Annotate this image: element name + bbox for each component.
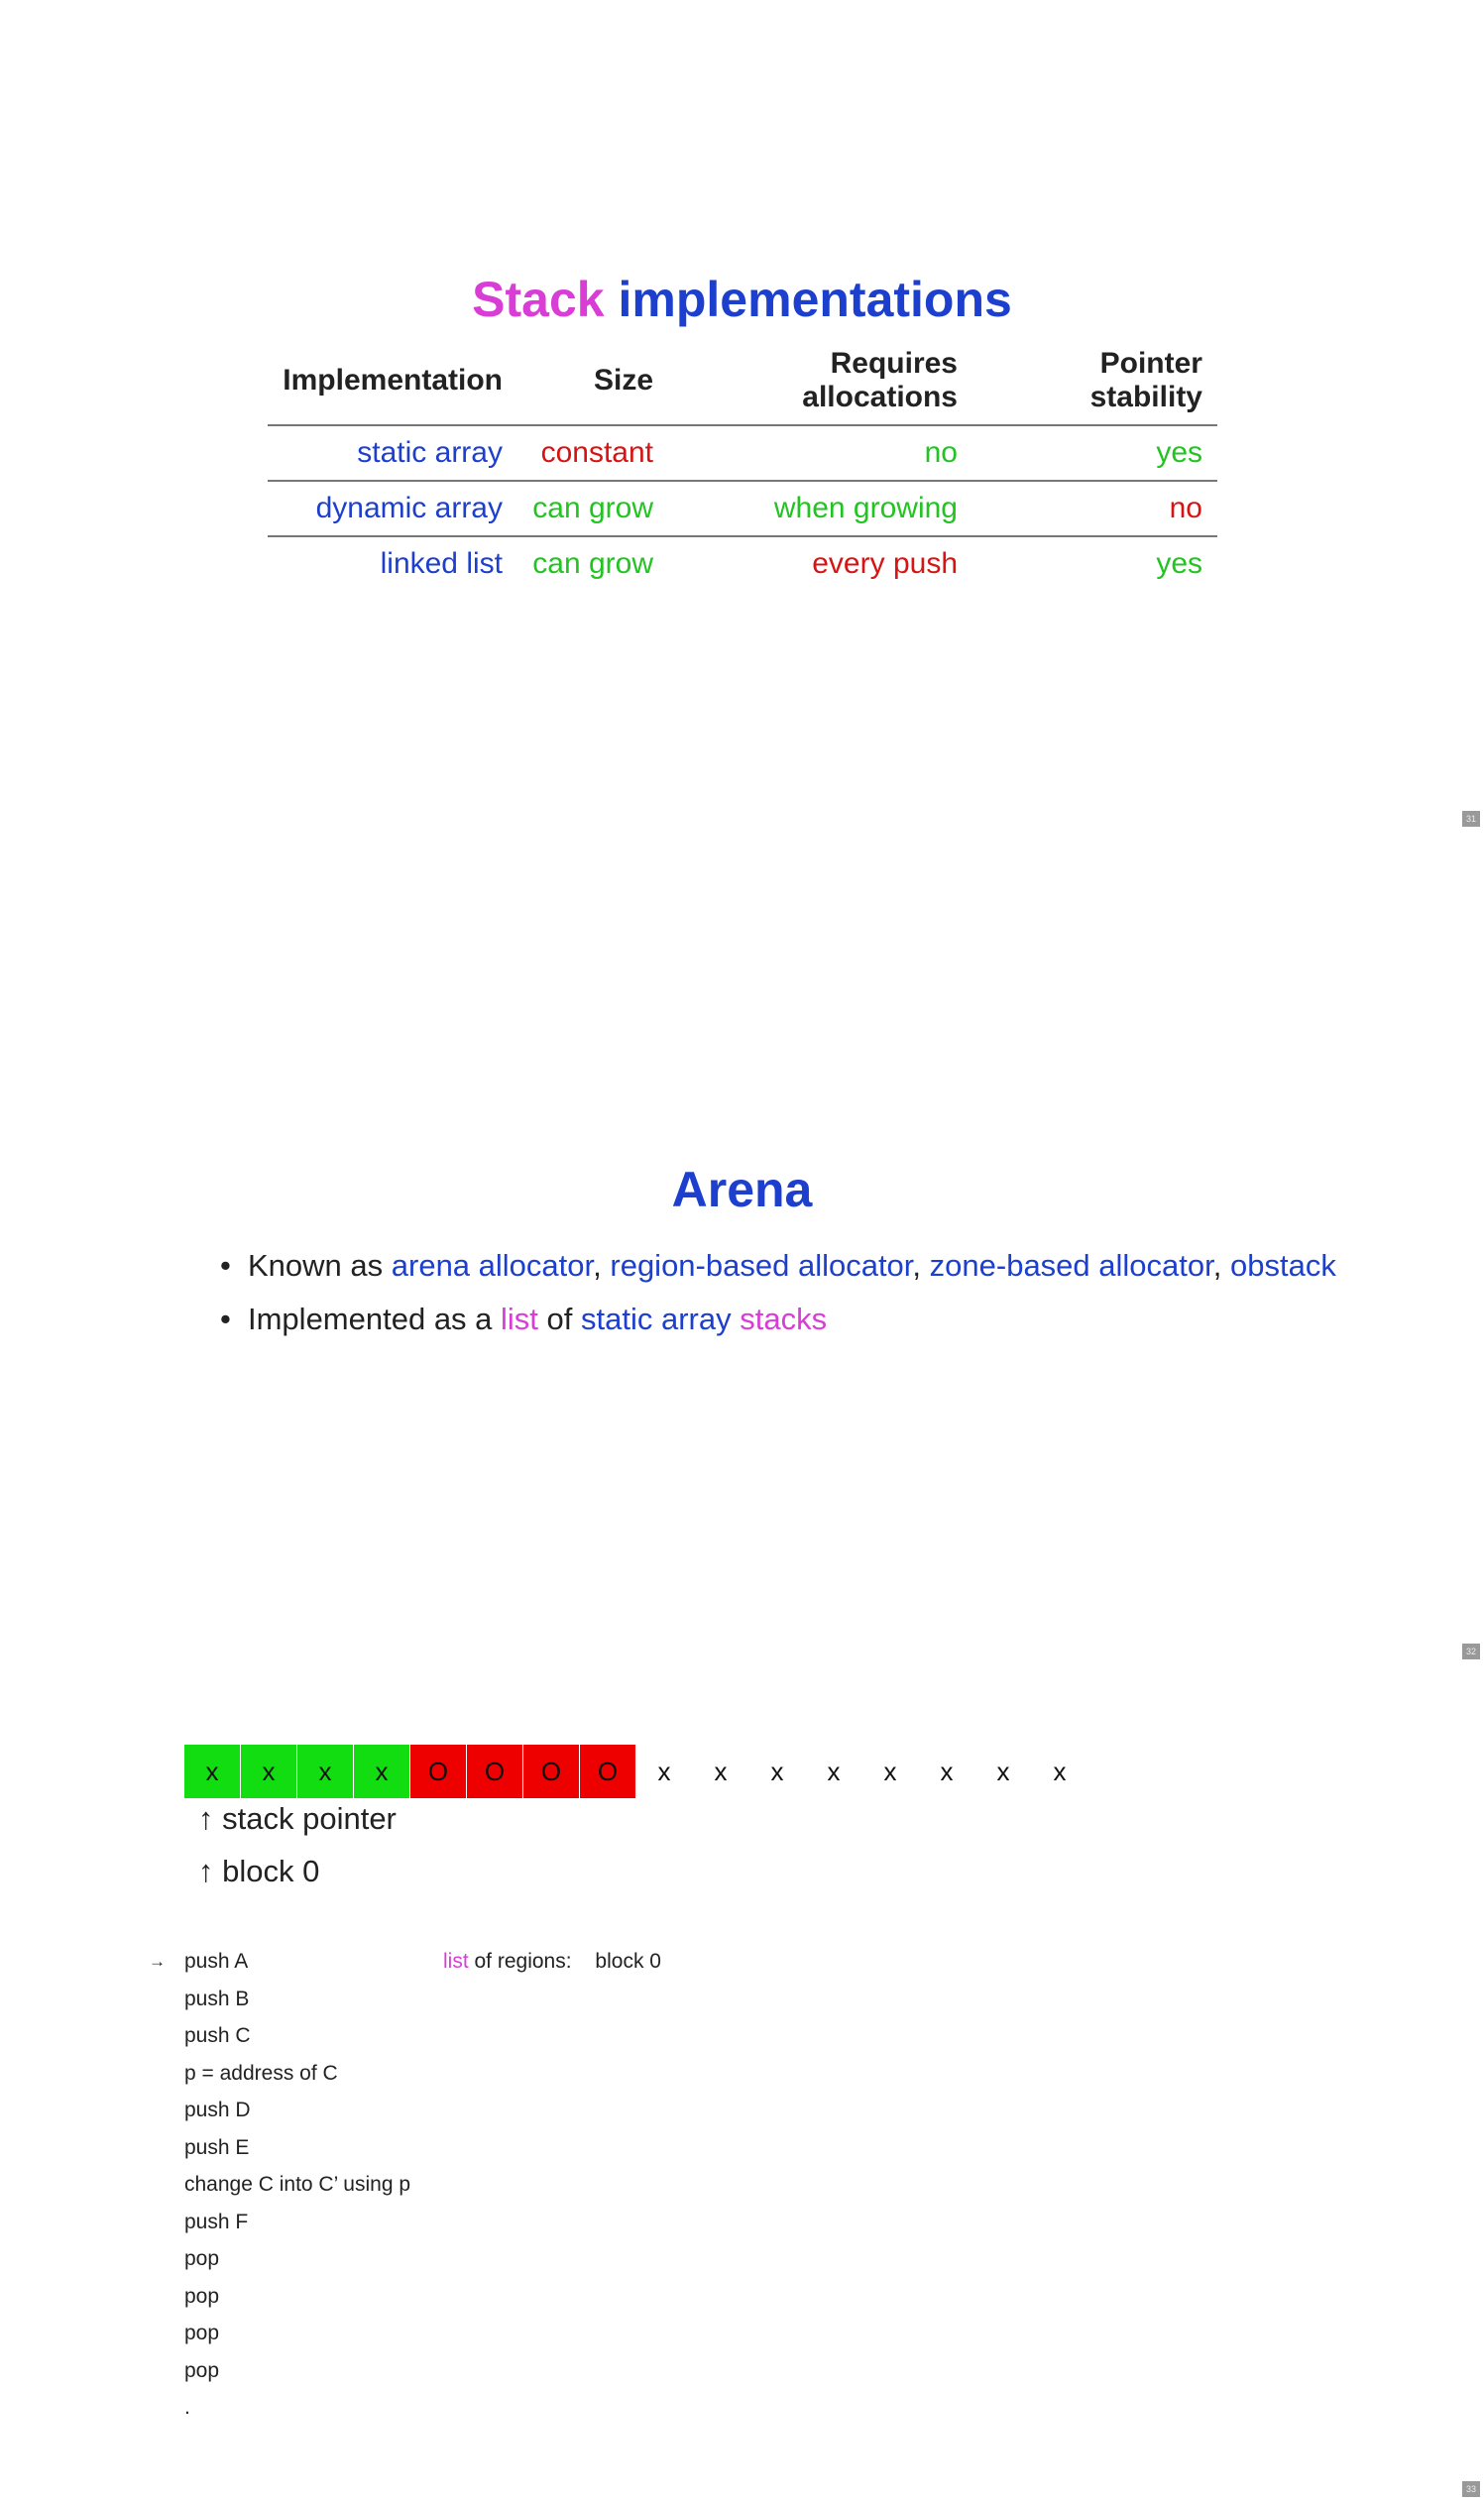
table-row: static array constant no yes (268, 425, 1217, 482)
operation-item: pop (184, 2247, 220, 2270)
implementations-table: Implementation Size Requires allocations… (268, 347, 1217, 591)
operation-item: push F (184, 2210, 249, 2233)
separator: , (912, 1248, 930, 1283)
stack-pointer-label: stack pointer (222, 1801, 397, 1836)
cell-size: can grow (517, 481, 668, 537)
memory-cell: x (297, 1745, 353, 1798)
regions-label: of regions: (468, 1950, 572, 1973)
table-row: linked list can grow every push yes (268, 536, 1217, 591)
memory-block-strip: xxxxOOOOxxxxxxxx (184, 1745, 1088, 1798)
memory-cell: O (580, 1745, 635, 1798)
operation-item: pop (184, 2284, 220, 2308)
term-list: list (443, 1950, 469, 1973)
memory-cell: O (523, 1745, 579, 1798)
page-number: 33 (1462, 2481, 1480, 2497)
memory-cell: x (770, 1757, 784, 1786)
term-zone-based-allocator: zone-based allocator (929, 1248, 1213, 1283)
bullet-text: of (537, 1302, 582, 1336)
header-pointer-stability: Pointer stability (972, 347, 1217, 426)
up-arrow-icon: ↑ (198, 1854, 214, 1888)
operation-item: push A (184, 1950, 249, 1973)
memory-cell: x (827, 1757, 841, 1786)
header-size: Size (517, 347, 668, 426)
memory-cell: x (657, 1757, 671, 1786)
title-implementations: implementations (618, 272, 1012, 327)
slide-arena-animation: xxxxOOOOxxxxxxxx ↑ stack pointer ↑ block… (0, 1665, 1484, 2503)
operation-item: push E (184, 2135, 250, 2159)
table-header-row: Implementation Size Requires allocations… (268, 347, 1217, 426)
memory-cell: O (467, 1745, 522, 1798)
term-stacks: stacks (740, 1302, 828, 1336)
up-arrow-icon: ↑ (198, 1801, 214, 1836)
operation-item: pop (184, 2322, 220, 2344)
term-region-based-allocator: region-based allocator (610, 1248, 913, 1283)
regions-value: block 0 (595, 1950, 661, 1973)
bullet-list: Known as arena allocator, region-based a… (220, 1239, 1336, 1346)
table-row: dynamic array can grow when growing no (268, 481, 1217, 537)
operation-item: push B (184, 1987, 250, 2010)
page-number: 32 (1462, 1644, 1480, 1659)
memory-cell: x (184, 1745, 240, 1798)
separator: , (1212, 1248, 1230, 1283)
slide-stack-implementations: Stack implementations Implementation Siz… (0, 0, 1484, 833)
stack-pointer-marker: ↑ stack pointer (198, 1799, 397, 1839)
cell-implementation: static array (268, 425, 517, 482)
separator (732, 1302, 741, 1336)
memory-cell: x (714, 1757, 728, 1786)
cell-allocations: when growing (668, 481, 972, 537)
operations-list: push A push B push C p = address of C push D… (184, 1943, 410, 2427)
operation-item: . (184, 2396, 190, 2419)
slide-title: Arena (671, 1162, 813, 1217)
slide-arena: Arena Known as arena allocator, region-b… (0, 833, 1484, 1665)
bullet-text: Implemented as a (248, 1302, 502, 1336)
current-step-arrow-icon: → (149, 1952, 166, 1971)
operation-item: push C (184, 2024, 251, 2047)
memory-cell: x (996, 1757, 1010, 1786)
separator: , (593, 1248, 611, 1283)
slide-title: Stack implementations (0, 270, 1484, 329)
block-label: block 0 (222, 1854, 320, 1888)
term-arena-allocator: arena allocator (391, 1248, 594, 1283)
cell-stability: yes (972, 425, 1217, 482)
block-marker: ↑ block 0 (198, 1852, 319, 1891)
term-static-array: static array (581, 1302, 732, 1336)
page-number: 31 (1462, 811, 1480, 827)
operation-item: p = address of C (184, 2061, 338, 2085)
title-stack: Stack (472, 272, 605, 327)
memory-cell: x (241, 1745, 296, 1798)
cell-allocations: no (668, 425, 972, 482)
header-requires-allocations: Requires allocations (668, 347, 972, 426)
memory-cell: x (940, 1757, 954, 1786)
header-implementation: Implementation (268, 347, 517, 426)
cell-implementation: dynamic array (268, 481, 517, 537)
memory-cell: x (354, 1745, 409, 1798)
cell-stability: yes (1156, 547, 1202, 580)
memory-cell: x (883, 1757, 897, 1786)
regions-list: list of regions: block 0 (443, 1943, 661, 1981)
cell-stability: no (972, 481, 1217, 537)
operation-item: push D (184, 2099, 251, 2121)
cell-size: can grow (532, 547, 653, 580)
bullet-known-as: Known as arena allocator, region-based a… (220, 1239, 1336, 1293)
memory-cell: x (1053, 1757, 1067, 1786)
term-obstack: obstack (1229, 1248, 1336, 1283)
cell-allocations: every push (812, 547, 958, 580)
bullet-text: Known as (248, 1248, 392, 1283)
operation-item: pop (184, 2358, 220, 2382)
bullet-implemented-as: Implemented as a list of static array st… (220, 1293, 1336, 1346)
memory-cell: O (410, 1745, 466, 1798)
cell-implementation: linked list (380, 547, 503, 580)
operation-item: change C into C’ using p (184, 2173, 411, 2196)
term-list: list (501, 1302, 538, 1336)
cell-size: constant (517, 425, 668, 482)
